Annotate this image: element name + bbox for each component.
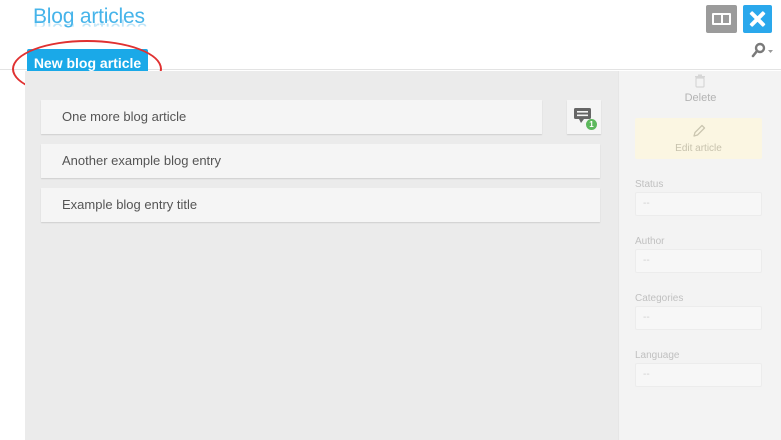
list-item[interactable]: One more blog article (41, 100, 542, 134)
page-title: Blog articles (33, 5, 145, 28)
search-icon (751, 42, 773, 58)
author-label: Author (635, 236, 665, 247)
details-panel: Delete Edit article Status -- Author -- … (618, 71, 781, 440)
edit-article-label: Edit article (675, 143, 722, 154)
author-field[interactable]: -- (635, 249, 762, 273)
article-list: One more blog article 1 Another example … (25, 71, 618, 440)
app: Blog articles Blog articles New blog art… (0, 0, 781, 440)
comment-count-badge: 1 (586, 119, 597, 130)
article-title: Example blog entry title (62, 197, 198, 212)
status-field[interactable]: -- (635, 192, 762, 216)
delete-button[interactable]: Delete (619, 71, 781, 109)
language-label: Language (635, 350, 680, 361)
status-label: Status (635, 179, 664, 190)
trash-icon (695, 74, 705, 88)
language-field[interactable]: -- (635, 363, 762, 387)
categories-label: Categories (635, 293, 684, 304)
list-item[interactable]: Example blog entry title (41, 188, 600, 222)
header: Blog articles Blog articles New blog art… (0, 0, 781, 77)
edit-article-button[interactable]: Edit article (635, 118, 762, 159)
article-title: Another example blog entry (62, 153, 221, 168)
comments-button[interactable]: 1 (567, 100, 601, 134)
categories-field[interactable]: -- (635, 306, 762, 330)
delete-label: Delete (684, 92, 717, 104)
list-item[interactable]: Another example blog entry (41, 144, 600, 178)
close-button[interactable] (743, 5, 772, 33)
split-view-icon (712, 13, 731, 25)
pencil-icon (693, 124, 706, 137)
split-view-button[interactable] (706, 5, 737, 33)
article-title: One more blog article (62, 109, 187, 124)
search-button[interactable] (749, 42, 775, 60)
comment-icon (574, 108, 591, 123)
